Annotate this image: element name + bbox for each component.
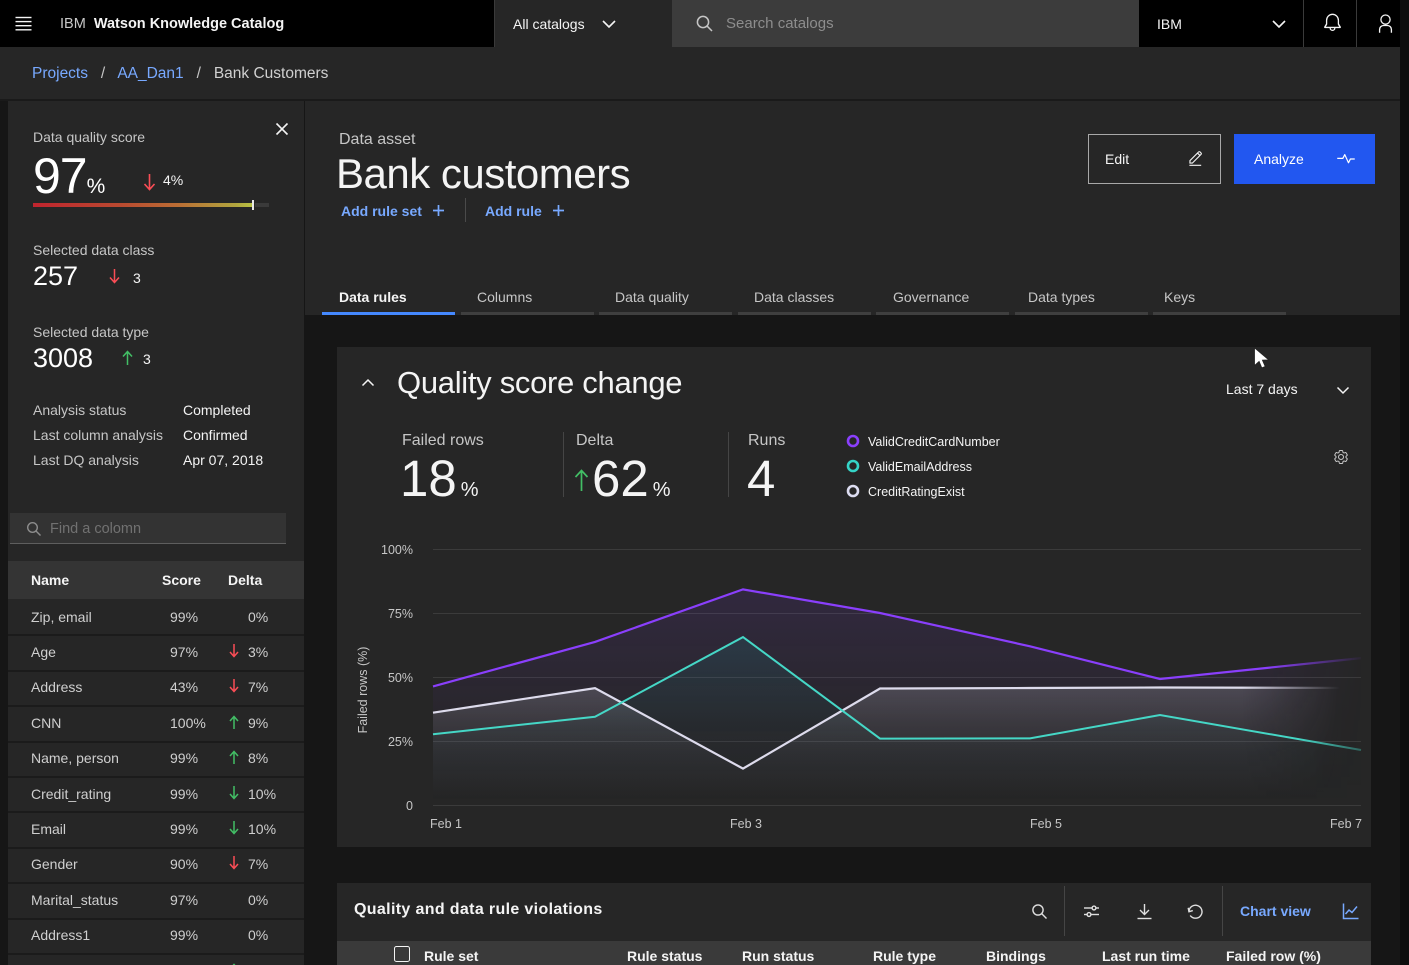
svg-text:50%: 50% [388, 671, 413, 685]
svg-text:75%: 75% [388, 607, 413, 621]
svg-text:25%: 25% [388, 735, 413, 749]
svg-text:Feb 3: Feb 3 [730, 817, 762, 831]
svg-text:Failed rows (%): Failed rows (%) [356, 647, 370, 734]
svg-text:Feb 1: Feb 1 [430, 817, 462, 831]
svg-text:100%: 100% [381, 543, 413, 557]
svg-text:0: 0 [406, 799, 413, 813]
svg-text:Feb 5: Feb 5 [1030, 817, 1062, 831]
svg-text:Feb 7: Feb 7 [1330, 817, 1362, 831]
